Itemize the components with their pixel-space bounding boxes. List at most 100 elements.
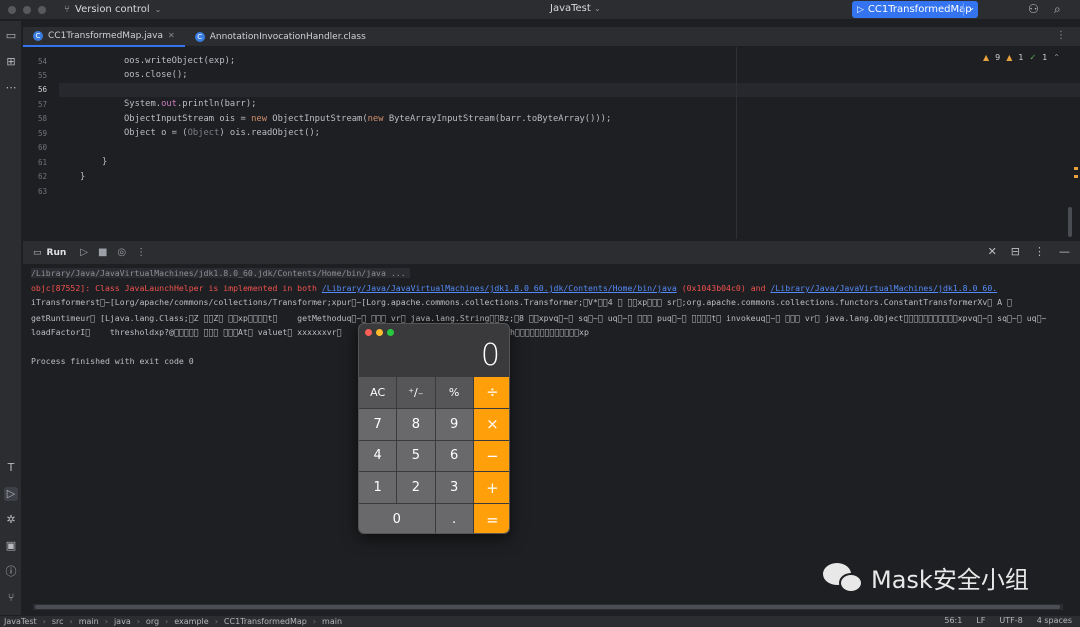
plus-button[interactable]: + xyxy=(473,472,509,504)
java-class-icon: C xyxy=(33,30,43,41)
wechat-logo-icon xyxy=(823,561,865,595)
chevron-up-icon[interactable]: ⌃ xyxy=(1053,53,1060,62)
minimize-window-button[interactable] xyxy=(376,329,383,336)
run-configuration-button[interactable]: ▷ CC1TransformedMap ⌄ xyxy=(852,1,978,18)
plus-minus-button[interactable]: ⁺∕₋ xyxy=(397,377,435,408)
git-icon[interactable]: ⑂ xyxy=(4,591,18,605)
breadcrumb-item[interactable]: org xyxy=(146,617,159,626)
project-selector[interactable]: JavaTest ⌄ xyxy=(550,3,601,14)
java-path-link[interactable]: /Library/Java/JavaVirtualMachines/jdk1.8… xyxy=(770,283,997,293)
warning-icon: ▲ xyxy=(983,53,990,62)
percent-button[interactable]: % xyxy=(435,377,473,408)
digit-9-button[interactable]: 9 xyxy=(435,408,473,440)
decimal-button[interactable]: . xyxy=(435,504,473,533)
console-output-line: loadFactorI  thresholdxp?@             A… xyxy=(31,327,342,337)
structure-icon[interactable]: ⊞ xyxy=(4,55,18,69)
current-code-line xyxy=(59,83,1080,97)
more-tools-icon[interactable]: ⋯ xyxy=(4,81,18,95)
problems-icon[interactable]: ⓘ xyxy=(4,565,18,579)
console-output-line: iTransformerst ~[Lorg/apache/commons/col… xyxy=(31,297,1012,307)
console-output-line: getRuntimeur  [Ljava.lang.Class; Z   Z  … xyxy=(31,313,1047,323)
error-stripe-mark[interactable] xyxy=(1074,167,1078,170)
caret-position[interactable]: 56:1 xyxy=(944,616,962,625)
folder-icon[interactable]: ▭ xyxy=(4,29,18,43)
divider xyxy=(963,3,964,16)
calculator-window[interactable]: 0 AC ⁺∕₋ % ÷ 7 8 9 × 4 5 6 − 1 2 3 + 0 .… xyxy=(358,323,510,534)
multiply-button[interactable]: × xyxy=(473,408,509,440)
line-number: 61 xyxy=(37,158,47,167)
more-options-icon[interactable]: ⋮ xyxy=(1034,245,1045,258)
digit-4-button[interactable]: 4 xyxy=(359,440,397,472)
editor-tabs: C CC1TransformedMap.java ✕ C AnnotationI… xyxy=(23,27,1080,47)
breadcrumb-item[interactable]: CC1TransformedMap xyxy=(224,617,307,626)
run-console[interactable]: /Library/Java/JavaVirtualMachines/jdk1.8… xyxy=(23,265,1080,605)
status-bar: JavaTest › src › main › java › org › example ›… xyxy=(0,615,1080,627)
digit-3-button[interactable]: 3 xyxy=(435,472,473,504)
digit-6-button[interactable]: 6 xyxy=(435,440,473,472)
search-icon[interactable]: ⌕ xyxy=(1054,2,1061,17)
line-separator[interactable]: LF xyxy=(976,616,985,625)
breadcrumb-item[interactable]: JavaTest xyxy=(4,617,37,626)
terminal-icon[interactable]: ▣ xyxy=(4,539,18,553)
line-number: 57 xyxy=(37,100,47,109)
digit-8-button[interactable]: 8 xyxy=(397,408,435,440)
breadcrumb-item[interactable]: example xyxy=(174,617,208,626)
scrollbar-thumb[interactable] xyxy=(35,605,1060,609)
more-options-icon[interactable]: ⋮ xyxy=(136,247,146,258)
run-controls: ▷ ■ ◎ ⋮ xyxy=(80,247,146,258)
minus-button[interactable]: − xyxy=(473,440,509,472)
stop-icon[interactable]: ■ xyxy=(98,247,107,258)
zoom-window-button[interactable] xyxy=(38,5,46,14)
breadcrumb-item[interactable]: main xyxy=(79,617,99,626)
close-icon[interactable]: ✕ xyxy=(168,31,175,40)
console-command[interactable]: /Library/Java/JavaVirtualMachines/jdk1.8… xyxy=(31,268,410,278)
add-user-icon[interactable]: ⚇ xyxy=(1028,2,1039,16)
digit-1-button[interactable]: 1 xyxy=(359,472,397,504)
clear-button[interactable]: AC xyxy=(359,377,397,408)
left-tool-strip: ▭ ⊞ ⋯ T ▷ ✲ ▣ ⓘ ⑂ xyxy=(0,21,22,616)
inspection-widget[interactable]: ▲ 9 ▲ 1 ✓ 1 ⌃ xyxy=(983,53,1060,62)
equals-button[interactable]: = xyxy=(473,504,509,533)
code-line: } xyxy=(80,172,86,182)
minimize-icon[interactable]: — xyxy=(1059,245,1070,258)
camera-icon[interactable]: ◎ xyxy=(117,247,126,258)
tab-annotationinvocationhandler[interactable]: C AnnotationInvocationHandler.class xyxy=(185,27,376,47)
file-encoding[interactable]: UTF-8 xyxy=(999,616,1022,625)
minimize-window-button[interactable] xyxy=(23,5,31,14)
rerun-icon[interactable]: ▷ xyxy=(80,247,88,258)
digit-5-button[interactable]: 5 xyxy=(397,440,435,472)
digit-7-button[interactable]: 7 xyxy=(359,408,397,440)
zoom-window-button[interactable] xyxy=(387,329,394,336)
tab-cc1transformedmap[interactable]: C CC1TransformedMap.java ✕ xyxy=(23,27,185,47)
calculator-window-controls xyxy=(365,329,394,336)
breadcrumb-item[interactable]: src xyxy=(52,617,64,626)
calculator-keypad: AC ⁺∕₋ % ÷ 7 8 9 × 4 5 6 − 1 2 3 + 0 . = xyxy=(359,377,509,533)
digit-2-button[interactable]: 2 xyxy=(397,472,435,504)
hammer-icon[interactable]: T xyxy=(4,461,18,475)
error-stripe-mark[interactable] xyxy=(1074,175,1078,178)
line-number: 63 xyxy=(37,187,47,196)
editor-scrollbar[interactable] xyxy=(1068,207,1072,237)
indent-setting[interactable]: 4 spaces xyxy=(1037,616,1072,625)
layout-icon[interactable]: ⊟ xyxy=(1011,245,1020,258)
run-tool-icon[interactable]: ▷ xyxy=(4,487,18,501)
console-horizontal-scrollbar[interactable] xyxy=(33,604,1063,610)
code-line: oos.close(); xyxy=(124,70,188,80)
debug-icon[interactable]: ✲ xyxy=(4,513,18,527)
run-tab[interactable]: ▭ Run xyxy=(33,248,66,258)
breadcrumb-item[interactable]: java xyxy=(114,617,131,626)
digit-0-button[interactable]: 0 xyxy=(359,504,435,533)
run-panel-actions: ✕ ⊟ ⋮ — xyxy=(988,245,1070,258)
java-path-link[interactable]: /Library/Java/JavaVirtualMachines/jdk1.8… xyxy=(322,283,677,293)
breadcrumb-item[interactable]: main xyxy=(322,617,342,626)
close-icon[interactable]: ✕ xyxy=(988,245,997,258)
chevron-down-icon[interactable]: ⌄ xyxy=(968,3,975,12)
version-control-menu[interactable]: ⑂ Version control ⌄ xyxy=(64,4,161,15)
code-editor[interactable]: 54 55 56 57 58 59 60 61 62 63 oos.writeO… xyxy=(23,47,1080,239)
divide-button[interactable]: ÷ xyxy=(473,377,509,408)
more-options-icon[interactable]: ⋮ xyxy=(1056,30,1066,41)
console-output-line: h             xp xyxy=(510,327,589,337)
close-window-button[interactable] xyxy=(8,5,16,14)
close-window-button[interactable] xyxy=(365,329,372,336)
code-line: } xyxy=(102,157,108,167)
